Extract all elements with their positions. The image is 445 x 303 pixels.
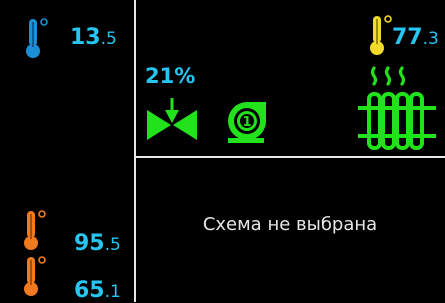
return-temperature-decimal: .1 — [104, 282, 121, 302]
supply-temperature: 95.5 — [74, 233, 121, 255]
return-temperature: 65.1 — [74, 280, 121, 302]
scheme-status-text: Схема не выбрана — [202, 214, 378, 235]
thermometer-blue-icon — [26, 18, 48, 58]
three-way-valve-icon[interactable] — [147, 95, 199, 143]
thermometer-orange-icon — [24, 256, 46, 296]
controller-screen: 13.5 95.5 65.1 21% 1 77.3 Схема не выбра… — [0, 0, 445, 302]
valve-position-percent: 21% — [145, 64, 196, 88]
svg-text:1: 1 — [242, 115, 251, 130]
outdoor-temperature: 13.5 — [70, 27, 117, 49]
thermometer-yellow-icon — [370, 15, 392, 55]
thermometer-orange-icon — [24, 210, 46, 250]
supply-temperature-integer: 95 — [74, 231, 105, 256]
return-temperature-integer: 65 — [74, 278, 105, 303]
supply-temperature-decimal: .5 — [104, 235, 121, 255]
radiator-temperature-integer: 77 — [392, 25, 423, 50]
circulation-pump-icon[interactable]: 1 — [224, 98, 270, 144]
outdoor-temperature-decimal: .5 — [100, 29, 117, 49]
radiator-temperature-decimal: .3 — [422, 29, 439, 49]
radiator-temperature: 77.3 — [392, 27, 439, 49]
horizontal-divider — [135, 156, 445, 158]
outdoor-temperature-integer: 13 — [70, 25, 101, 50]
vertical-divider — [134, 0, 136, 302]
radiator-heating-icon[interactable] — [356, 66, 440, 152]
